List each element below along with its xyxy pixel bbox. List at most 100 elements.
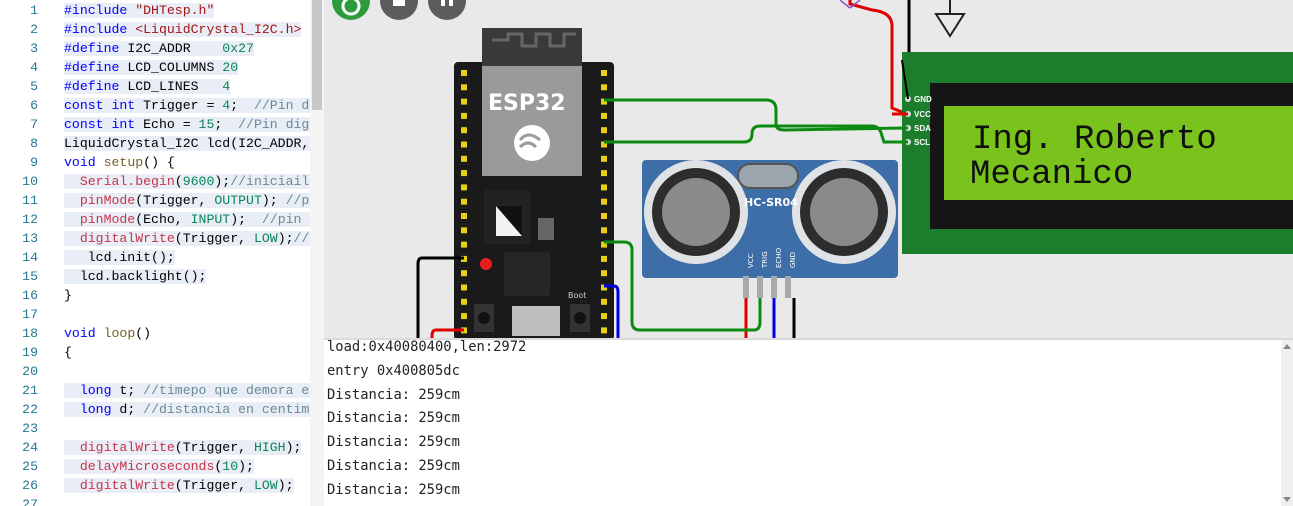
code-line[interactable]: 7 const int Echo = 15; //Pin digit <box>0 115 324 134</box>
header-pin[interactable] <box>461 170 467 177</box>
header-pin[interactable] <box>601 213 607 219</box>
header-pin[interactable] <box>461 284 467 291</box>
header-pin[interactable] <box>461 298 467 305</box>
code-token: const int <box>64 98 144 113</box>
header-pin[interactable] <box>601 198 607 205</box>
line-number: 9 <box>30 155 38 170</box>
code-text: Serial.begin(9600);//iniciailzam <box>64 172 324 191</box>
header-pin[interactable] <box>461 155 467 162</box>
code-token: LCD_COLUMNS <box>127 60 223 75</box>
header-pin[interactable] <box>601 155 607 162</box>
line-number: 22 <box>22 402 38 417</box>
header-pin[interactable] <box>461 184 467 191</box>
code-line[interactable]: 2 #include <LiquidCrystal_I2C.h> <box>0 20 324 39</box>
serial-scrollbar[interactable] <box>1281 340 1293 506</box>
code-line[interactable]: 6 const int Trigger = 4; //Pin dig <box>0 96 324 115</box>
header-pin[interactable] <box>461 127 467 134</box>
header-pin[interactable] <box>461 213 467 219</box>
code-line[interactable]: 20 <box>0 362 324 381</box>
header-pin[interactable] <box>461 70 467 76</box>
code-line[interactable]: 5 #define LCD_LINES 4 <box>0 77 324 96</box>
code-line[interactable]: 25 delayMicroseconds(10); <box>0 457 324 476</box>
header-pin[interactable] <box>601 170 607 177</box>
header-pin[interactable] <box>461 241 467 248</box>
lcd-pin-sda-label: SDA <box>914 124 931 133</box>
code-line[interactable]: 9 void setup() { <box>0 153 324 172</box>
code-editor[interactable]: 1 #include "DHTesp.h" 2 #include <LiquidCry… <box>0 0 324 506</box>
circuit-diagram: Ing. Roberto Mecanico GND VCC SDA SCL ES… <box>416 0 1293 340</box>
restart-simulation-button[interactable] <box>332 0 370 20</box>
code-line[interactable]: 1 #include "DHTesp.h" <box>0 1 324 20</box>
code-line[interactable]: 15 lcd.backlight(); <box>0 267 324 286</box>
header-pin[interactable] <box>601 84 607 91</box>
header-pin[interactable] <box>601 227 607 234</box>
code-line[interactable]: 22 long d; //distancia en centimetr <box>0 400 324 419</box>
code-token <box>64 193 80 208</box>
code-token: #include <box>64 3 136 18</box>
line-number: 1 <box>30 3 38 18</box>
scroll-down-icon[interactable] <box>1283 497 1291 502</box>
header-pin[interactable] <box>461 98 467 105</box>
header-pin[interactable] <box>461 198 467 205</box>
code-line[interactable]: 11 pinMode(Trigger, OUTPUT); //pin <box>0 191 324 210</box>
header-pin[interactable] <box>461 227 467 234</box>
scroll-up-icon[interactable] <box>1283 344 1291 349</box>
code-line[interactable]: 17 <box>0 305 324 324</box>
boot-label: Boot <box>568 291 586 300</box>
code-line[interactable]: 8 LiquidCrystal_I2C lcd(I2C_ADDR, LC <box>0 134 324 153</box>
code-token: (Trigger, <box>174 478 254 493</box>
code-line[interactable]: 4 #define LCD_COLUMNS 20 <box>0 58 324 77</box>
code-token: "DHTesp.h" <box>135 3 215 18</box>
header-pin[interactable] <box>601 112 607 119</box>
header-pin[interactable] <box>601 298 607 305</box>
serial-line: Distancia: 259cm <box>327 481 460 498</box>
code-token: ); <box>285 440 302 455</box>
code-line[interactable]: 23 <box>0 419 324 438</box>
code-line[interactable]: 10 Serial.begin(9600);//iniciailzam <box>0 172 324 191</box>
header-pin[interactable] <box>461 270 467 277</box>
code-line[interactable]: 27 <box>0 495 324 506</box>
code-line[interactable]: 26 digitalWrite(Trigger, LOW); <box>0 476 324 495</box>
code-token: #include <box>64 22 136 37</box>
code-text: #include "DHTesp.h" <box>64 1 215 20</box>
code-line[interactable]: 18 void loop() <box>0 324 324 343</box>
code-token: (Trigger, <box>174 440 254 455</box>
header-pin[interactable] <box>601 270 607 277</box>
header-pin[interactable] <box>601 327 607 334</box>
header-pin[interactable] <box>461 313 467 320</box>
code-token: pinMode <box>79 212 136 227</box>
ultrasonic-sensor[interactable]: HC-SR04 VCC TRIG ECHO GND <box>642 160 898 298</box>
editor-scrollbar-thumb[interactable] <box>312 0 322 110</box>
code-line[interactable]: 24 digitalWrite(Trigger, HIGH); <box>0 438 324 457</box>
line-number: 14 <box>22 250 38 265</box>
code-line[interactable]: 12 pinMode(Echo, INPUT); //pin com <box>0 210 324 229</box>
code-token: (Echo, <box>135 212 191 227</box>
code-line[interactable]: 21 long t; //timepo que demora en l <box>0 381 324 400</box>
header-pin[interactable] <box>461 84 467 91</box>
header-pin[interactable] <box>601 184 607 191</box>
header-pin[interactable] <box>461 141 467 148</box>
pause-simulation-button[interactable] <box>428 0 466 20</box>
stop-simulation-button[interactable] <box>380 0 418 20</box>
code-text: digitalWrite(Trigger, LOW); <box>64 476 294 495</box>
serial-monitor[interactable]: load:0x40080400,len:2972 entry 0x400805dc… <box>324 340 1293 506</box>
header-pin[interactable] <box>461 112 467 119</box>
simulation-canvas[interactable]: Ing. Roberto Mecanico GND VCC SDA SCL ES… <box>324 0 1293 340</box>
header-pin[interactable] <box>601 313 607 320</box>
code-line[interactable]: 19 { <box>0 343 324 362</box>
code-line[interactable]: 14 lcd.init(); <box>0 248 324 267</box>
header-pin[interactable] <box>601 255 607 262</box>
line-number: 27 <box>22 497 38 506</box>
code-line[interactable]: 16} <box>0 286 324 305</box>
code-line[interactable]: 13 digitalWrite(Trigger, LOW);//Ini <box>0 229 324 248</box>
code-token: LOW <box>253 231 278 246</box>
code-line[interactable]: 3 #define I2C_ADDR 0x27 <box>0 39 324 58</box>
code-text: digitalWrite(Trigger, LOW);//Ini <box>64 229 324 248</box>
sensor-pin-trig-label: TRIG <box>761 251 769 269</box>
header-pin[interactable] <box>601 70 607 76</box>
code-token: 4 <box>222 98 231 113</box>
code-text: #define I2C_ADDR 0x27 <box>64 39 254 58</box>
esp32-board[interactable]: ESP32 Boot <box>454 28 614 340</box>
header-pin[interactable] <box>601 127 607 134</box>
lcd-display[interactable]: Ing. Roberto Mecanico GND VCC SDA SCL <box>902 52 1293 254</box>
